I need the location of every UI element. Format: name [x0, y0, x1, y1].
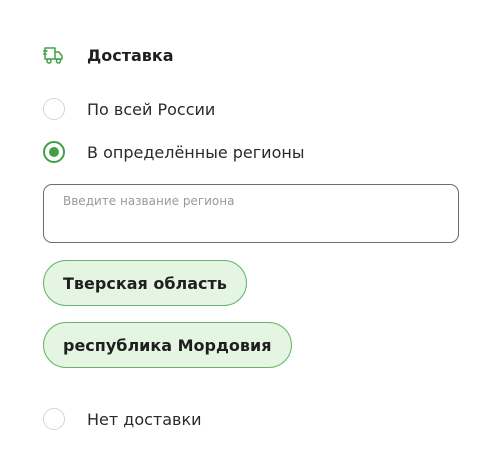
- region-search-input[interactable]: [43, 184, 459, 243]
- option-no-delivery-label: Нет доставки: [87, 409, 202, 429]
- region-chip-mordovia[interactable]: республика Мордовия: [43, 322, 292, 368]
- option-all-russia-label: По всей России: [87, 99, 216, 119]
- radio-specific-regions[interactable]: [43, 141, 65, 163]
- option-specific-regions-label: В определённые регионы: [87, 142, 305, 162]
- radio-no-delivery[interactable]: [43, 408, 65, 430]
- truck-icon: [42, 45, 64, 65]
- region-chip-label: Тверская область: [63, 273, 227, 293]
- delivery-panel: Доставка По всей России В определённые р…: [0, 0, 477, 452]
- option-specific-regions[interactable]: В определённые регионы: [43, 141, 304, 163]
- delivery-header: Доставка: [42, 45, 174, 65]
- option-all-russia[interactable]: По всей России: [43, 98, 215, 120]
- delivery-title: Доставка: [87, 45, 174, 65]
- region-chip-tver[interactable]: Тверская область: [43, 260, 247, 306]
- region-chip-label: республика Мордовия: [63, 335, 272, 355]
- option-no-delivery[interactable]: Нет доставки: [43, 408, 202, 430]
- radio-all-russia[interactable]: [43, 98, 65, 120]
